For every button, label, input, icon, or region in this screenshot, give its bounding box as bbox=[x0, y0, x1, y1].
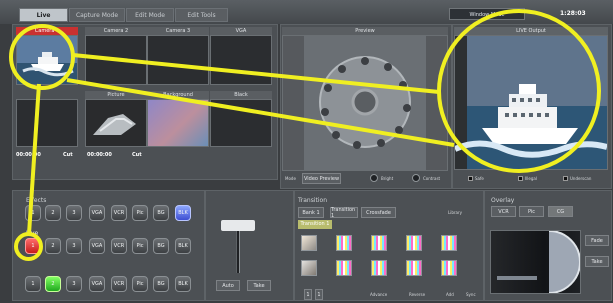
highlight-connector-lines bbox=[27, 53, 455, 235]
